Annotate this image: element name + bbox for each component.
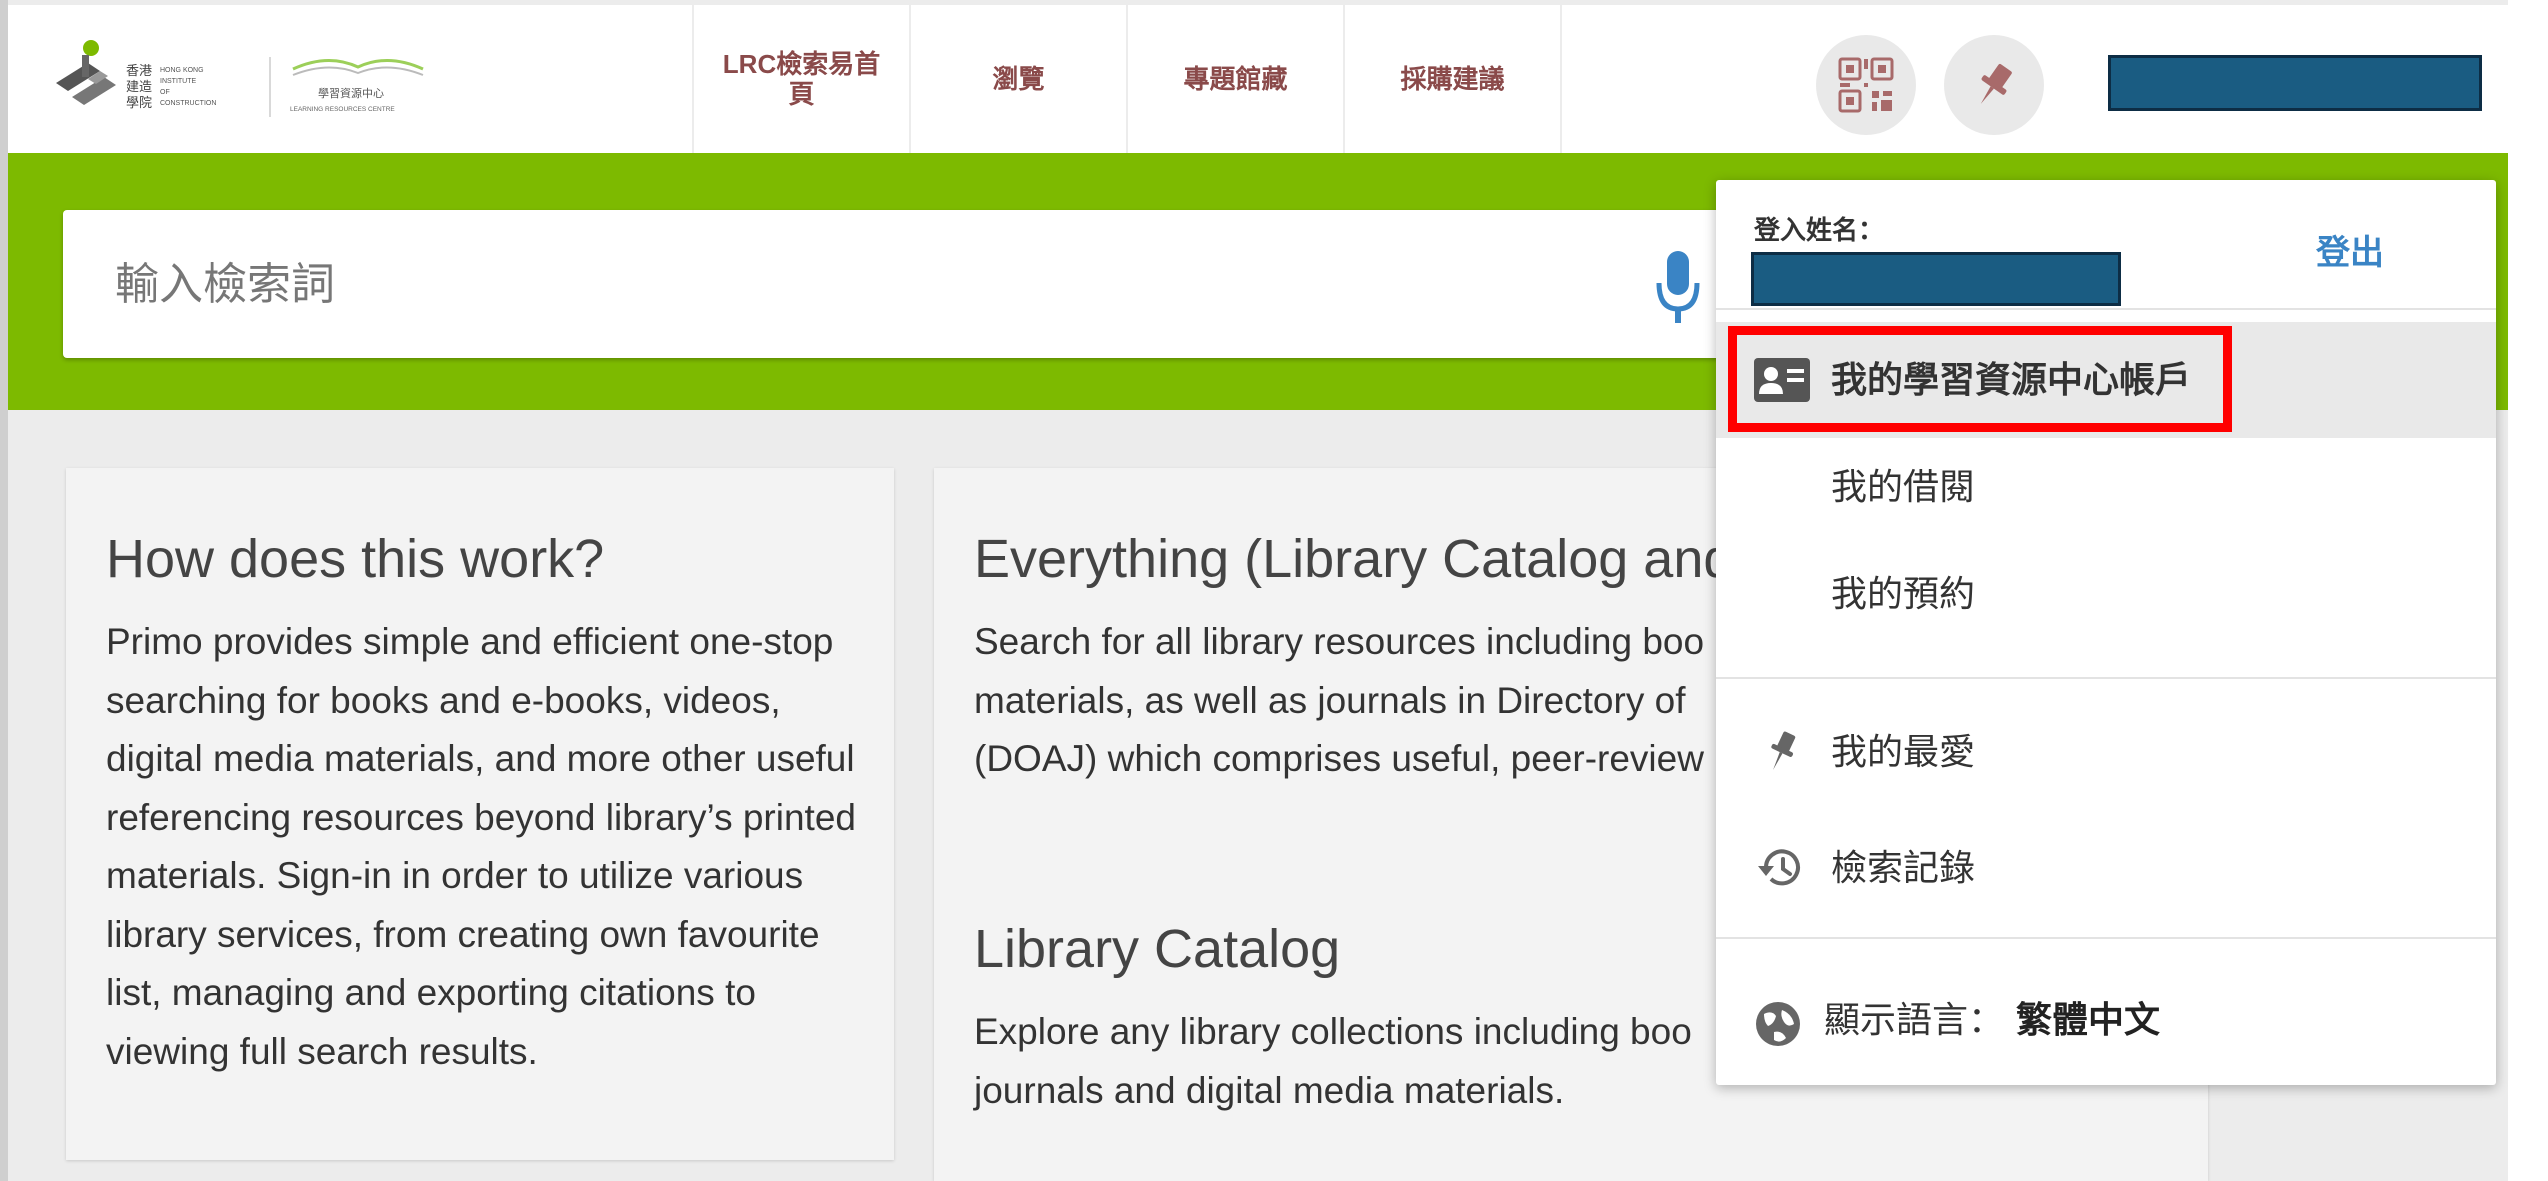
- pin-icon: [1771, 731, 1796, 770]
- nav-collections[interactable]: 專題館藏: [1126, 5, 1343, 153]
- logout-button[interactable]: 登出: [2316, 225, 2384, 274]
- menu-item-label: 我的最愛: [1831, 731, 1976, 772]
- menu-item-my-account[interactable]: 我的學習資源中心帳戶: [1716, 322, 2496, 438]
- qr-code-icon: [1838, 57, 1894, 113]
- svg-text:CONSTRUCTION: CONSTRUCTION: [160, 100, 216, 107]
- svg-text:LEARNING RESOURCES CENTRE: LEARNING RESOURCES CENTRE: [290, 106, 395, 113]
- signed-in-user-redacted[interactable]: [2108, 55, 2482, 111]
- menu-item-label: 我的預約: [1831, 573, 1976, 614]
- everything-scope-title: Everything (Library Catalog and: [974, 529, 1734, 589]
- menu-item-search-history[interactable]: 檢索記錄: [1716, 810, 2496, 926]
- nav-purchase-suggestion[interactable]: 採購建議: [1343, 5, 1562, 153]
- menu-item-my-favorites[interactable]: 我的最愛: [1716, 694, 2496, 810]
- how-it-works-text: Primo provides simple and efficient one-…: [106, 621, 856, 1072]
- search-input[interactable]: [113, 210, 1617, 360]
- menu-item-label: 檢索記錄: [1831, 847, 1976, 888]
- library-catalog-text: Explore any library collections includin…: [974, 1011, 1692, 1111]
- microphone-icon[interactable]: [1653, 247, 1703, 327]
- login-name-redacted: [1751, 252, 2121, 306]
- nav-browse-label: 瀏覽: [992, 64, 1045, 94]
- login-name-label: 登入姓名：: [1754, 215, 1885, 245]
- library-catalog-title: Library Catalog: [974, 919, 1341, 979]
- nav-lrc-home-label: LRC檢索易首 頁: [722, 49, 881, 109]
- primo-app: 香港 建造 學院 HONG KONG INSTITUTE OF CONSTRUC…: [8, 0, 2508, 1181]
- how-it-works-card: How does this work? Primo provides simpl…: [66, 468, 894, 1160]
- user-account-menu: 登入姓名： 登出 我的學習資源中心帳戶 我的借閱 我的預約 我的最愛 檢索記錄 …: [1716, 180, 2496, 1085]
- nav-lrc-home[interactable]: LRC檢索易首 頁: [692, 5, 909, 153]
- svg-text:OF: OF: [160, 89, 170, 96]
- nav-purchase-label: 採購建議: [1400, 64, 1505, 94]
- svg-text:HONG KONG: HONG KONG: [160, 67, 204, 74]
- favorites-pin-button[interactable]: [1944, 35, 2044, 135]
- menu-item-my-loans[interactable]: 我的借閱: [1716, 438, 2496, 536]
- menu-item-label: 我的借閱: [1831, 466, 1976, 507]
- id-card-icon: [1754, 358, 1810, 402]
- menu-divider: [1716, 308, 2496, 310]
- svg-text:學習資源中心: 學習資源中心: [318, 86, 384, 100]
- pin-icon: [1980, 63, 2012, 104]
- display-language-label: 顯示語言：: [1824, 999, 2005, 1040]
- history-icon: [1758, 849, 1800, 886]
- institution-logo[interactable]: 香港 建造 學院 HONG KONG INSTITUTE OF CONSTRUC…: [48, 35, 448, 125]
- menu-divider: [1716, 937, 2496, 939]
- globe-icon: [1756, 1002, 1800, 1046]
- menu-divider: [1716, 677, 2496, 679]
- svg-text:香港: 香港: [126, 64, 152, 79]
- window-left-edge: [0, 0, 8, 1181]
- menu-item-my-requests[interactable]: 我的預約: [1716, 536, 2496, 652]
- svg-text:學院: 學院: [126, 96, 152, 111]
- how-it-works-title: How does this work?: [106, 529, 605, 589]
- everything-scope-text: Search for all library resources includi…: [974, 621, 1705, 779]
- hkic-lrc-logo-icon: 香港 建造 學院 HONG KONG INSTITUTE OF CONSTRUC…: [56, 40, 424, 117]
- nav-browse[interactable]: 瀏覽: [909, 5, 1126, 153]
- display-language-selector[interactable]: 顯示語言： 繁體中文: [1716, 955, 2496, 1085]
- display-language-value: 繁體中文: [2016, 999, 2161, 1040]
- svg-text:INSTITUTE: INSTITUTE: [160, 78, 196, 85]
- qr-code-button[interactable]: [1816, 35, 1916, 135]
- nav-collections-label: 專題館藏: [1183, 64, 1288, 94]
- menu-item-label: 我的學習資源中心帳戶: [1831, 359, 2192, 400]
- header: 香港 建造 學院 HONG KONG INSTITUTE OF CONSTRUC…: [8, 5, 2508, 153]
- svg-text:建造: 建造: [126, 80, 152, 95]
